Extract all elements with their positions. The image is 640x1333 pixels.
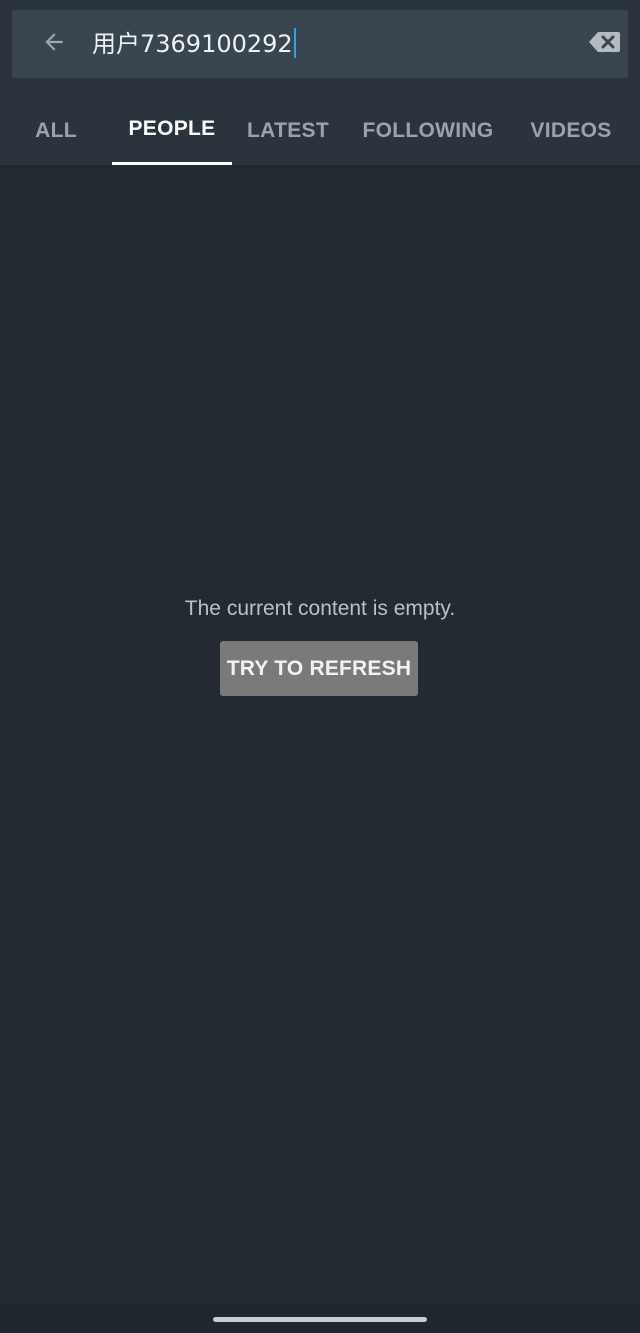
tab-bar: ALL PEOPLE LATEST FOLLOWING VIDEOS <box>0 96 640 165</box>
tab-people[interactable]: PEOPLE <box>112 96 232 165</box>
clear-search-button[interactable] <box>586 28 624 60</box>
tab-videos[interactable]: VIDEOS <box>518 96 624 165</box>
system-navigation-bar <box>0 1304 640 1333</box>
empty-state-message: The current content is empty. <box>184 597 456 620</box>
tab-latest[interactable]: LATEST <box>240 96 336 165</box>
try-to-refresh-button[interactable]: TRY TO REFRESH <box>220 641 418 696</box>
arrow-left-icon <box>41 29 67 60</box>
search-input[interactable]: 用户7369100292 <box>92 24 562 64</box>
home-indicator[interactable] <box>213 1317 427 1322</box>
search-query-text: 用户7369100292 <box>92 30 293 58</box>
tab-following[interactable]: FOLLOWING <box>356 96 500 165</box>
back-button[interactable] <box>34 24 74 64</box>
search-bar: 用户7369100292 <box>12 10 628 78</box>
search-header: 用户7369100292 ALL PEOPLE LATEST FOLLOWING… <box>0 0 640 165</box>
search-results-screen: 用户7369100292 ALL PEOPLE LATEST FOLLOWING… <box>0 0 640 1333</box>
backspace-clear-icon <box>588 30 622 59</box>
tab-all[interactable]: ALL <box>18 96 94 165</box>
text-caret <box>293 28 296 58</box>
